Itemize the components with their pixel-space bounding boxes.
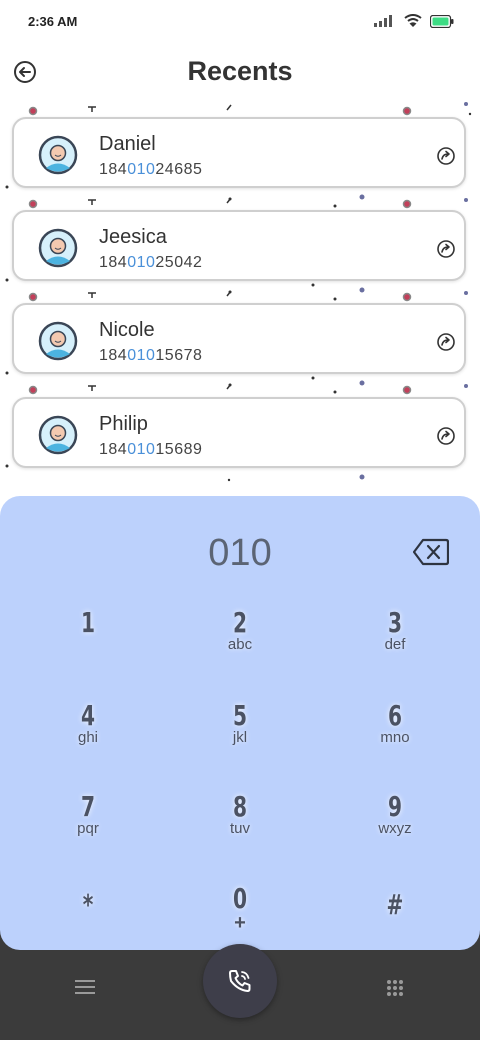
contact-card[interactable]: Daniel 18401024685	[12, 117, 466, 188]
dial-key-digit: 6	[387, 699, 403, 732]
dial-key-6[interactable]: 6 mno	[335, 699, 455, 746]
menu-icon[interactable]	[75, 980, 95, 994]
call-button[interactable]	[203, 944, 277, 1018]
dial-key-digit: 2	[232, 606, 248, 639]
signal-icon	[374, 15, 392, 27]
avatar-icon	[38, 415, 78, 455]
dial-key-letters: mno	[380, 729, 410, 746]
status-time: 2:36 AM	[28, 14, 78, 29]
contact-number: 18401015678	[99, 347, 203, 364]
dial-key-9[interactable]: 9 wxyz	[335, 790, 455, 837]
contact-number: 18401024685	[99, 161, 203, 178]
page-title: Recents	[187, 56, 293, 86]
contact-card[interactable]: Jeesica 18401025042	[12, 210, 466, 281]
dial-key-star[interactable]: *	[28, 890, 148, 920]
dial-key-letters: def	[384, 636, 406, 653]
contact-card[interactable]: Nicole 18401015678	[12, 303, 466, 374]
dial-key-digit: 5	[232, 699, 248, 732]
battery-icon	[430, 14, 454, 28]
status-bar: 2:36 AM	[0, 0, 480, 44]
backspace-icon[interactable]	[413, 538, 449, 566]
contact-name: Philip	[99, 413, 148, 435]
contact-name: Jeesica	[99, 226, 167, 248]
wifi-icon	[404, 14, 422, 27]
dial-key-digit: 8	[232, 790, 248, 823]
dial-key-letters: tuv	[229, 820, 250, 837]
avatar-icon	[38, 228, 78, 268]
contact-name: Nicole	[99, 319, 155, 341]
dial-key-digit: #	[386, 888, 404, 921]
dial-key-letters: pqr	[77, 820, 99, 837]
dial-key-digit: 0	[232, 882, 248, 915]
forward-arrow-icon[interactable]	[436, 332, 456, 352]
dial-display[interactable]: 010	[0, 532, 480, 575]
dial-key-digit: 3	[387, 606, 403, 639]
avatar-icon	[38, 321, 78, 361]
dial-key-letters: +	[234, 912, 246, 934]
contact-number: 18401025042	[99, 254, 203, 271]
dial-key-hash[interactable]: #	[335, 890, 455, 920]
dial-key-digit: 1	[80, 606, 96, 639]
forward-arrow-icon[interactable]	[436, 146, 456, 166]
dialer-panel: 010 1 2 abc 3 def 4 ghi 5 jkl 6 mno 7 pq…	[0, 496, 480, 950]
dial-key-0[interactable]: 0 +	[180, 882, 300, 934]
avatar-icon	[38, 135, 78, 175]
dial-key-5[interactable]: 5 jkl	[180, 699, 300, 746]
dial-key-digit: 9	[387, 790, 403, 823]
dial-key-digit: *	[82, 888, 94, 921]
dial-key-4[interactable]: 4 ghi	[28, 699, 148, 746]
contact-card[interactable]: Philip 18401015689	[12, 397, 466, 468]
dial-key-letters: abc	[227, 636, 253, 653]
contact-name: Daniel	[99, 133, 156, 155]
dial-key-letters: ghi	[77, 729, 99, 746]
phone-call-icon	[229, 970, 251, 992]
app-header: Recents	[0, 50, 480, 96]
dial-key-1[interactable]: 1	[28, 608, 148, 638]
dial-key-letters: wxyz	[378, 820, 412, 837]
forward-arrow-icon[interactable]	[436, 426, 456, 446]
dial-key-letters: jkl	[232, 729, 248, 746]
keypad-icon[interactable]	[386, 979, 404, 997]
dial-key-7[interactable]: 7 pqr	[28, 790, 148, 837]
dial-key-2[interactable]: 2 abc	[180, 606, 300, 653]
dial-key-digit: 7	[80, 790, 96, 823]
forward-arrow-icon[interactable]	[436, 239, 456, 259]
contact-number: 18401015689	[99, 441, 203, 458]
dial-key-8[interactable]: 8 tuv	[180, 790, 300, 837]
dial-key-digit: 4	[80, 699, 96, 732]
dial-key-3[interactable]: 3 def	[335, 606, 455, 653]
status-icons	[374, 14, 454, 28]
